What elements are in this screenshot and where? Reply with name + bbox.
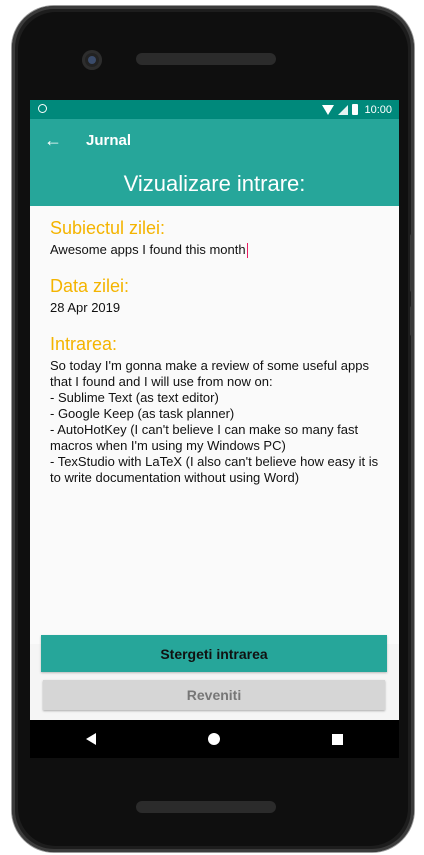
- status-bar: 10:00: [30, 100, 399, 119]
- arrow-left-icon[interactable]: ←: [30, 130, 76, 151]
- app-bar: ← Jurnal: [30, 119, 399, 161]
- subject-section: Subiectul zilei: Awesome apps I found th…: [50, 218, 379, 259]
- nav-recents-icon[interactable]: [332, 733, 343, 745]
- go-back-button[interactable]: Reveniti: [43, 680, 385, 710]
- text-cursor: [246, 243, 248, 259]
- nav-home-icon[interactable]: [208, 733, 220, 745]
- nav-back-icon[interactable]: [86, 733, 96, 745]
- volume-button: [410, 234, 414, 292]
- system-nav-bar: [30, 720, 399, 758]
- entry-label: Intrarea:: [50, 334, 118, 355]
- cellular-signal-icon: [338, 104, 349, 115]
- subject-label: Subiectul zilei:: [50, 218, 166, 238]
- notification-icon: [38, 103, 47, 113]
- subject-value[interactable]: Awesome apps I found this month: [50, 242, 246, 257]
- status-time: 10:00: [364, 103, 392, 116]
- date-value: 28 Apr 2019: [50, 300, 121, 316]
- status-right: 10:00: [322, 104, 392, 116]
- delete-entry-button[interactable]: Stergeti intrarea: [41, 635, 387, 672]
- subject-value-wrapper[interactable]: Awesome apps I found this month: [50, 242, 379, 259]
- date-section: Data zilei: 28 Apr 2019: [50, 276, 379, 316]
- entry-text: So today I'm gonna make a review of some…: [50, 358, 379, 486]
- screen: 10:00 ← Jurnal Vizualizare intrare: Subi…: [30, 100, 399, 720]
- wifi-icon: [322, 104, 335, 115]
- battery-icon: [352, 104, 359, 115]
- page-title: Vizualizare intrare:: [30, 161, 399, 206]
- entry-section: Intrarea: So today I'm gonna make a revi…: [50, 334, 379, 486]
- front-camera: [82, 50, 102, 70]
- app-title: Jurnal: [86, 131, 132, 149]
- power-button: [410, 306, 414, 336]
- date-label: Data zilei:: [50, 276, 130, 297]
- entry-content: Subiectul zilei: Awesome apps I found th…: [30, 206, 399, 644]
- status-left: [38, 103, 47, 116]
- bottom-speaker: [136, 801, 276, 813]
- earpiece-speaker: [136, 53, 276, 65]
